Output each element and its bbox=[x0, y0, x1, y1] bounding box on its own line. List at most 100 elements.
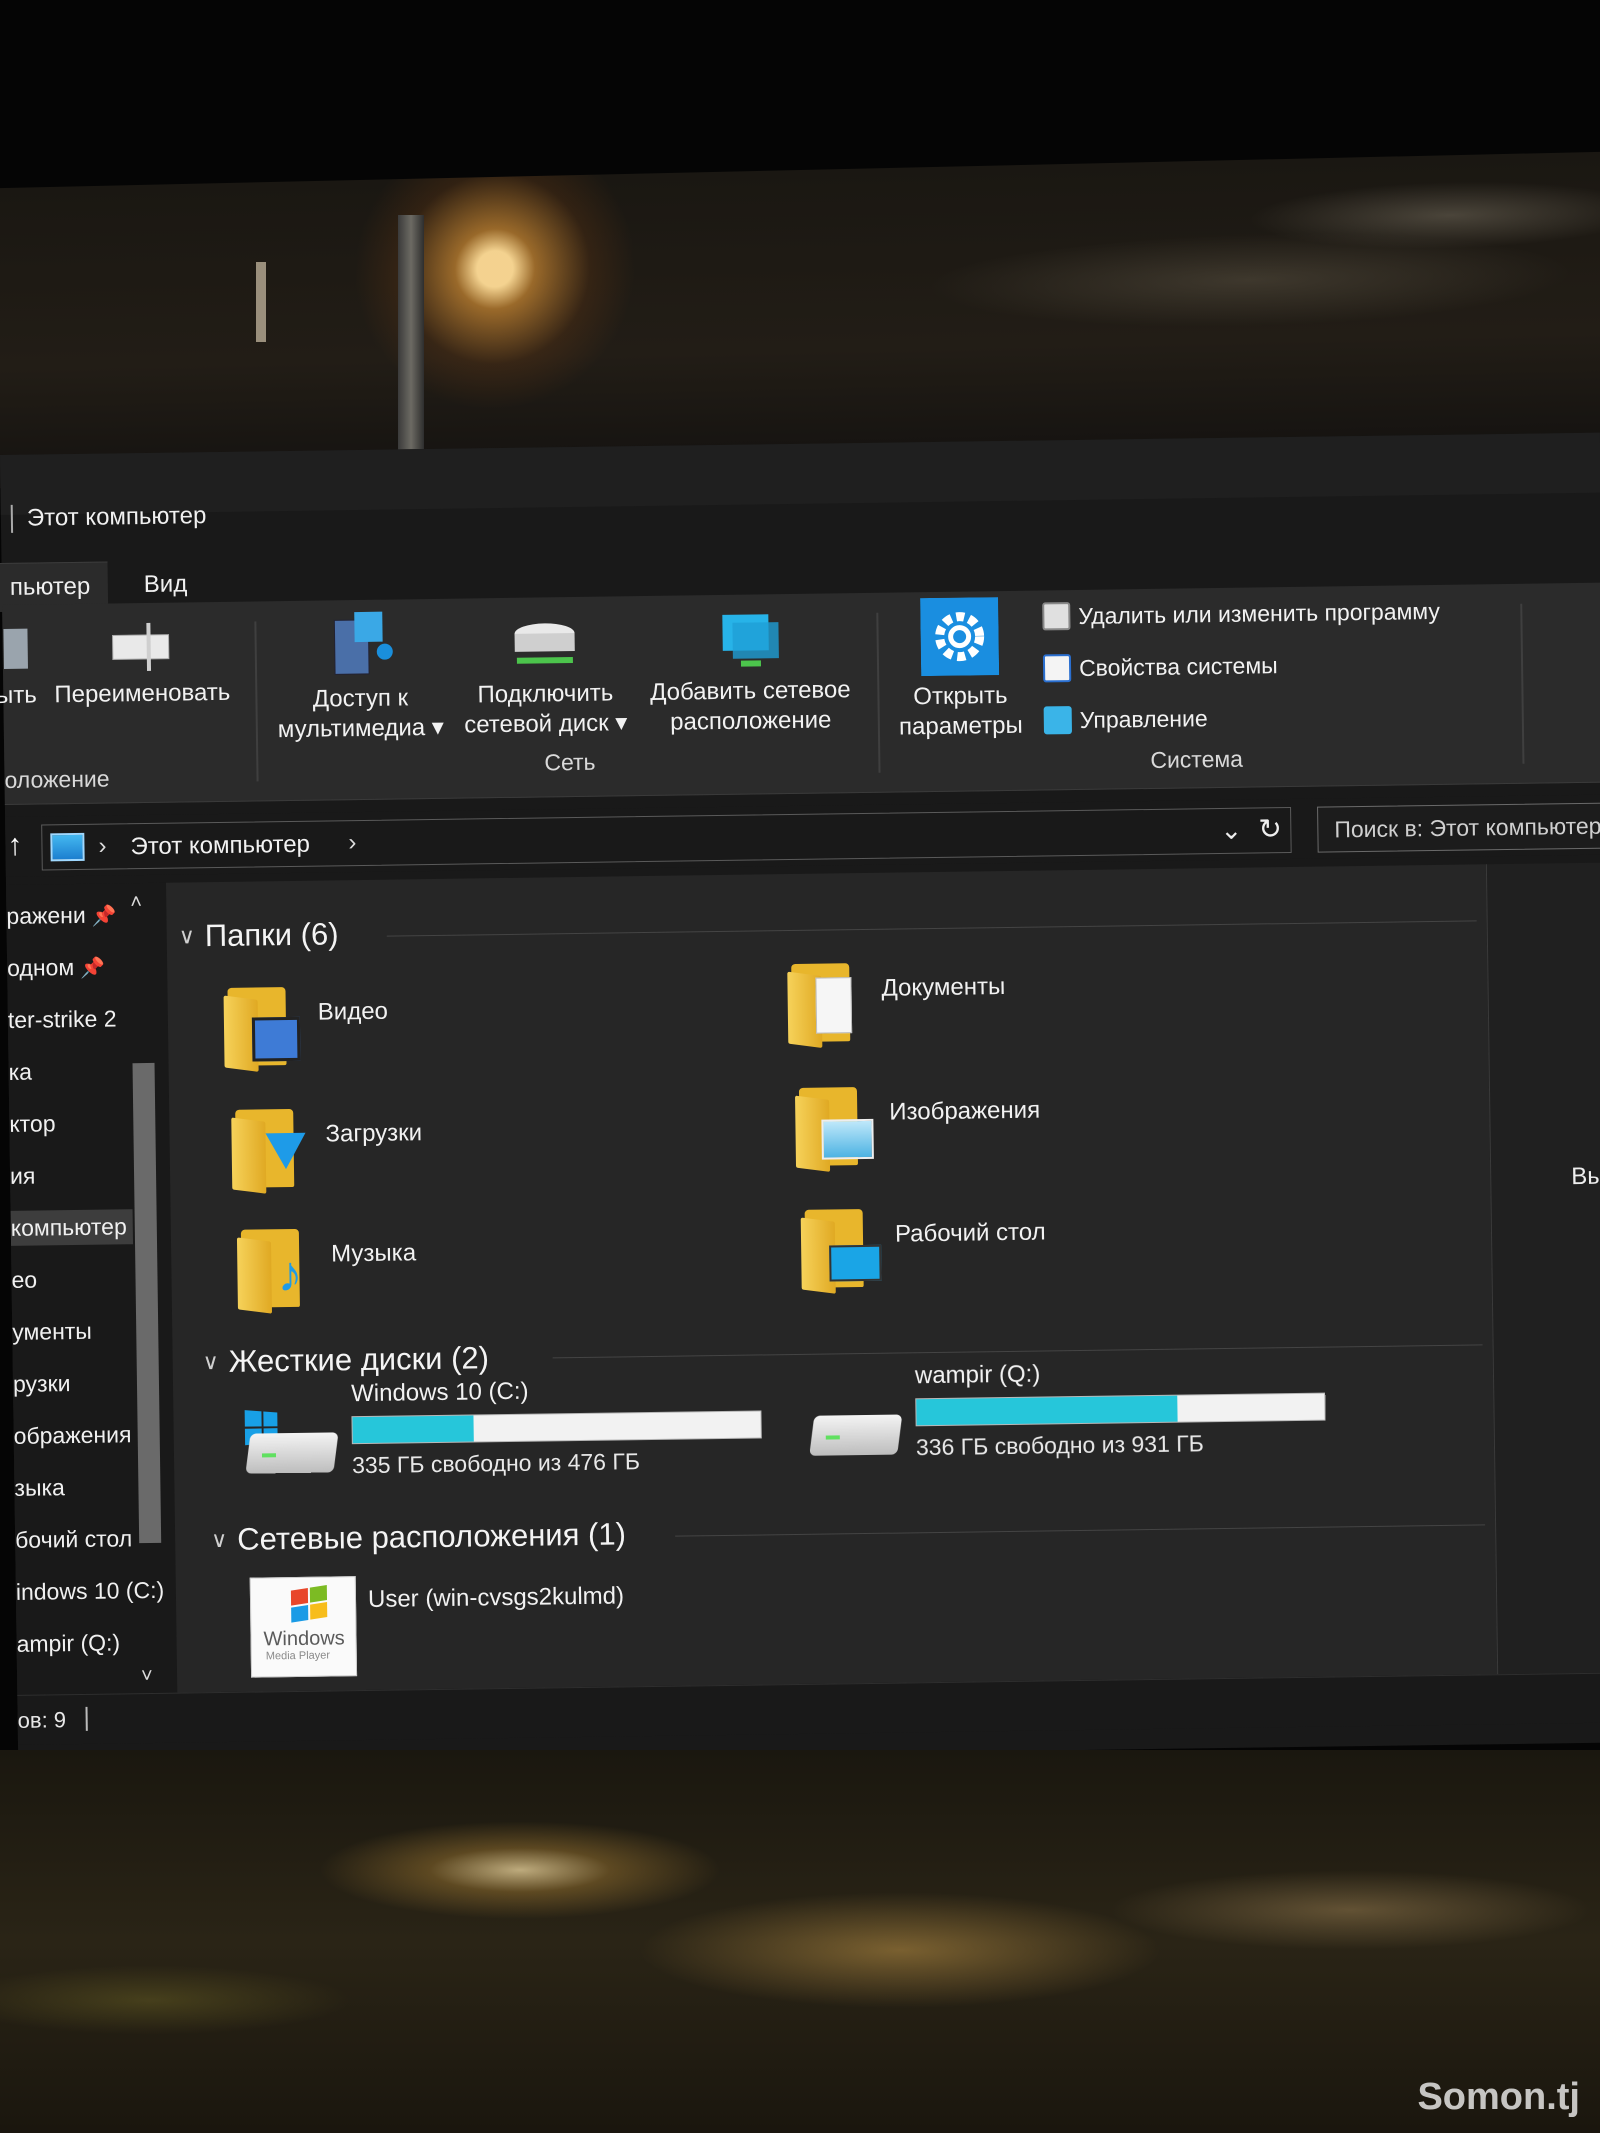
chevron-down-icon[interactable]: ⌄ bbox=[1220, 815, 1242, 846]
folder-label: Загрузки bbox=[325, 1119, 423, 1148]
up-arrow-icon[interactable]: ↑ bbox=[7, 829, 22, 863]
open-settings-button[interactable]: Открыть параметры bbox=[884, 597, 1036, 743]
open-settings-label-1: Открыть bbox=[913, 681, 1008, 711]
nav-item-this-pc[interactable]: компьютер bbox=[10, 1209, 134, 1246]
drive-name: wampir (Q:) bbox=[914, 1360, 1041, 1390]
location-group-label: оложение bbox=[4, 765, 110, 793]
drives-section-header[interactable]: ∨ Жесткие диски (2) bbox=[202, 1340, 490, 1380]
status-separator bbox=[85, 1706, 88, 1731]
folder-desktop[interactable]: Рабочий стол bbox=[800, 1200, 1047, 1294]
add-network-location-button[interactable]: Добавить сетевое расположение bbox=[634, 607, 866, 738]
drive-usage-fill bbox=[352, 1415, 474, 1444]
lamp-post bbox=[398, 215, 424, 465]
system-group-label: Система bbox=[1150, 745, 1244, 773]
nav-item-music[interactable]: зыка bbox=[14, 1474, 65, 1502]
folder-video[interactable]: Видео bbox=[223, 980, 388, 1072]
network-section-header[interactable]: ∨ Сетевые расположения (1) bbox=[211, 1516, 626, 1558]
navigation-pane: ражени 📌 одном 📌 ter-strike 2 ка ктор ия к… bbox=[6, 882, 178, 1695]
media-access-button[interactable]: Доступ к мультимедиа ▾ bbox=[264, 605, 456, 746]
video-folder-icon bbox=[223, 981, 304, 1072]
nav-item-desktop[interactable]: бочий стол bbox=[15, 1525, 132, 1554]
chevron-down-icon: ∨ bbox=[210, 1526, 228, 1553]
folders-header-label: Папки (6) bbox=[204, 916, 339, 954]
nav-item-4[interactable]: ктор bbox=[9, 1110, 56, 1138]
uninstall-icon bbox=[1042, 602, 1071, 631]
rename-label: Переименовать bbox=[54, 678, 231, 709]
drive-usage-bar bbox=[915, 1392, 1326, 1427]
refresh-icon[interactable]: ↻ bbox=[1258, 812, 1282, 845]
pin-icon: 📌 bbox=[80, 957, 106, 980]
network-header-label: Сетевые расположения (1) bbox=[237, 1516, 627, 1557]
nav-item-5[interactable]: ия bbox=[10, 1163, 36, 1190]
properties-icon bbox=[3, 628, 28, 669]
address-bar[interactable]: › Этот компьютер › ⌄ ↻ bbox=[41, 807, 1292, 871]
rename-icon bbox=[112, 622, 170, 671]
folders-section-header[interactable]: ∨ Папки (6) bbox=[178, 916, 339, 954]
title-separator bbox=[10, 504, 14, 533]
address-path[interactable]: Этот компьютер bbox=[130, 831, 310, 862]
nav-item-counter-strike[interactable]: ter-strike 2 bbox=[8, 1005, 117, 1034]
folder-label: Документы bbox=[881, 973, 1006, 1002]
nav-item-documents[interactable]: ументы bbox=[12, 1318, 92, 1346]
system-properties-icon bbox=[1042, 654, 1072, 683]
nav-item-downloads[interactable]: рузки bbox=[13, 1370, 71, 1398]
folder-music[interactable]: ♪ Музыка bbox=[236, 1221, 417, 1314]
drive-c[interactable]: Windows 10 (C:) 335 ГБ свободно из 476 Г… bbox=[244, 1374, 762, 1481]
map-drive-button[interactable]: Подключить сетевой диск ▾ bbox=[454, 616, 636, 741]
drive-usage-bar bbox=[351, 1410, 762, 1445]
properties-button[interactable]: ыть bbox=[0, 618, 52, 711]
drive-q[interactable]: wampir (Q:) 336 ГБ свободно из 931 ГБ bbox=[809, 1357, 1326, 1464]
system-properties-label: Свойства системы bbox=[1078, 651, 1278, 681]
ribbon: ыть Переименовать оложение Доступ к муль… bbox=[0, 582, 1600, 805]
watermark: Somon.tj bbox=[1417, 2076, 1580, 2118]
add-location-label-1: Добавить сетевое bbox=[649, 676, 851, 706]
drive-free-space: 335 ГБ свободно из 476 ГБ bbox=[351, 1448, 641, 1479]
nav-item-pictures-pinned[interactable]: ражени 📌 bbox=[6, 901, 117, 930]
settings-gear-icon bbox=[920, 597, 1000, 677]
scroll-down-icon[interactable]: ˅ bbox=[141, 1665, 153, 1688]
manage-label: Управление bbox=[1079, 704, 1208, 733]
documents-folder-icon bbox=[787, 957, 868, 1048]
nav-item-video[interactable]: ео bbox=[11, 1267, 37, 1294]
nav-item-3[interactable]: ка bbox=[8, 1059, 32, 1086]
scroll-up-icon[interactable]: ˄ bbox=[130, 891, 142, 914]
search-input[interactable] bbox=[1318, 803, 1600, 852]
rename-button[interactable]: Переименовать bbox=[46, 616, 237, 711]
pictures-folder-icon bbox=[795, 1081, 876, 1172]
map-drive-label-1: Подключить bbox=[477, 679, 614, 709]
window-title: Этот компьютер bbox=[26, 502, 207, 532]
manage-button[interactable]: Управление bbox=[1043, 704, 1208, 735]
system-properties-button[interactable]: Свойства системы bbox=[1042, 651, 1278, 683]
pin-icon: 📌 bbox=[91, 905, 117, 928]
lamp-post-small bbox=[256, 262, 266, 342]
desktop-folder-icon bbox=[800, 1203, 882, 1294]
nav-item-onedrive-pinned[interactable]: одном 📌 bbox=[7, 954, 105, 982]
ribbon-separator bbox=[876, 612, 881, 773]
ribbon-separator bbox=[1520, 603, 1525, 764]
folder-downloads[interactable]: Загрузки bbox=[231, 1101, 423, 1194]
nav-item-drive-c[interactable]: indows 10 (C:) bbox=[16, 1577, 165, 1606]
address-row: ↑ › Этот компьютер › ⌄ ↻ bbox=[5, 794, 1600, 877]
folder-label: Рабочий стол bbox=[894, 1218, 1046, 1248]
media-access-label-2: мультимедиа ▾ bbox=[277, 713, 445, 744]
network-location-icon bbox=[722, 614, 779, 667]
uninstall-program-button[interactable]: Удалить или изменить программу bbox=[1042, 597, 1440, 631]
search-box[interactable] bbox=[1317, 802, 1600, 853]
chevron-right-icon[interactable]: › bbox=[98, 833, 106, 861]
chevron-right-icon[interactable]: › bbox=[348, 829, 356, 857]
network-drive-icon bbox=[514, 623, 575, 664]
nav-item-pictures[interactable]: ображения bbox=[14, 1421, 132, 1450]
folder-label: Музыка bbox=[330, 1239, 417, 1268]
network-location-user[interactable]: Windows Media Player User (win-cvsgs2kul… bbox=[249, 1572, 625, 1678]
this-pc-icon bbox=[50, 832, 85, 862]
folder-label: Изображения bbox=[889, 1096, 1041, 1126]
section-divider bbox=[386, 920, 1477, 937]
content-pane: ∨ Папки (6) Видео Документы Загрузки Изо… bbox=[165, 864, 1498, 1693]
folder-documents[interactable]: Документы bbox=[787, 955, 1006, 1048]
nav-scrollbar[interactable] bbox=[132, 1062, 162, 1544]
downloads-folder-icon bbox=[231, 1103, 312, 1194]
section-divider bbox=[675, 1524, 1486, 1537]
media-server-icon bbox=[333, 611, 393, 675]
nav-item-drive-q[interactable]: ampir (Q:) bbox=[16, 1629, 120, 1657]
folder-pictures[interactable]: Изображения bbox=[795, 1079, 1041, 1172]
